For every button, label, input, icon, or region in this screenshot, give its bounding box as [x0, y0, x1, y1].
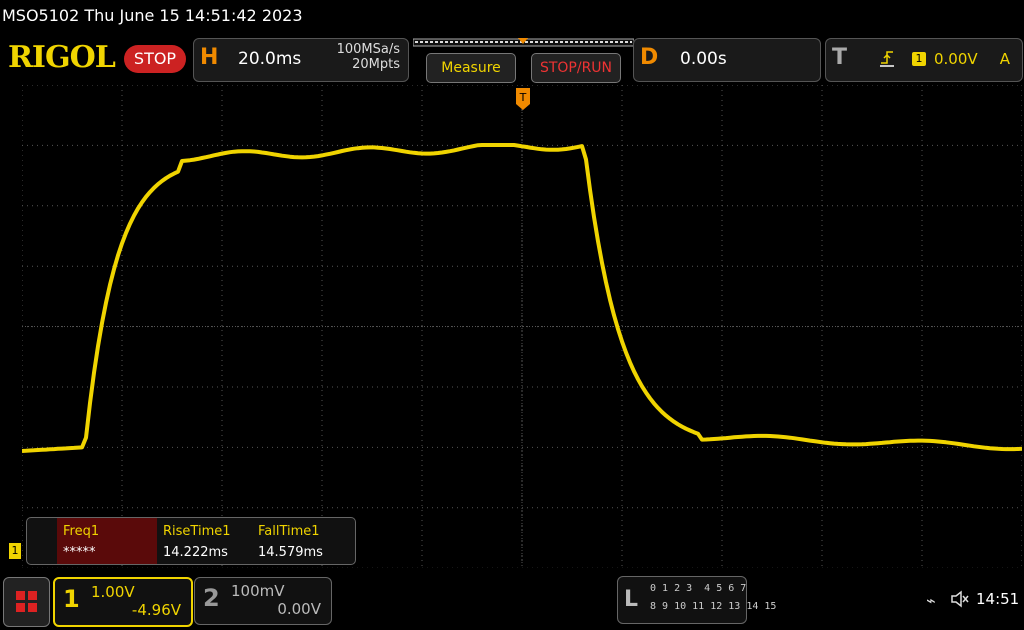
channel1-offset: -4.96V: [131, 601, 181, 619]
channel1-number: 1: [63, 585, 80, 613]
trigger-panel[interactable]: T 1 0.00V A: [825, 38, 1023, 82]
measurement-value: 14.579ms: [258, 545, 323, 560]
trigger-key: T: [832, 45, 848, 70]
clock: 14:51: [976, 590, 1020, 608]
measurement-risetime[interactable]: RiseTime1 14.222ms: [157, 518, 251, 564]
delay-key: D: [640, 45, 659, 70]
measurement-label: FallTime1: [258, 524, 320, 539]
logic-key: L: [624, 587, 639, 612]
stop-run-button[interactable]: STOP/RUN: [531, 53, 621, 83]
sample-info: 100MSa/s 20Mpts: [337, 42, 400, 72]
channel2-panel[interactable]: 2 100mV 0.00V: [194, 577, 332, 625]
speaker-muted-icon[interactable]: [950, 590, 970, 608]
menu-button[interactable]: [3, 577, 50, 627]
timebase-value: 20.0ms: [238, 49, 302, 69]
trigger-source-badge: 1: [912, 52, 926, 66]
title-bar: MSO5102 Thu June 15 14:51:42 2023: [2, 6, 303, 25]
logic-analyzer-panel[interactable]: L 0 1 2 3 4 5 6 7 8 9 10 11 12 13 14 15: [617, 576, 776, 624]
waveform-display[interactable]: [22, 85, 1022, 568]
channel2-number: 2: [203, 584, 220, 612]
horizontal-panel[interactable]: H 20.0ms 100MSa/s 20Mpts: [193, 38, 409, 82]
measurement-falltime[interactable]: FallTime1 14.579ms: [252, 518, 346, 564]
rigol-logo: RIGOL: [8, 40, 116, 75]
sample-rate: 100MSa/s: [336, 42, 400, 57]
waveform-timeline: [413, 38, 634, 47]
measurement-label: RiseTime1: [163, 524, 231, 539]
menu-icon: [16, 591, 37, 612]
measurement-label: Freq1: [63, 524, 100, 539]
trigger-mode: A: [999, 50, 1010, 68]
usb-icon[interactable]: ⌁: [926, 591, 936, 610]
measurement-value: *****: [63, 545, 96, 560]
delay-value: 0.00s: [680, 49, 727, 69]
measure-button[interactable]: Measure: [426, 53, 516, 83]
channel2-offset: 0.00V: [277, 600, 321, 618]
horizontal-key: H: [200, 45, 219, 70]
channel1-scale: 1.00V: [91, 583, 135, 601]
measurement-freq[interactable]: Freq1 *****: [57, 518, 157, 564]
memory-depth: 20Mpts: [352, 57, 400, 72]
measurement-value: 14.222ms: [163, 545, 228, 560]
svg-text:T: T: [519, 91, 527, 104]
measurement-table[interactable]: Freq1 ***** RiseTime1 14.222ms FallTime1…: [26, 517, 356, 565]
channel1-ground-marker[interactable]: 1: [9, 543, 21, 559]
run-state-badge: STOP: [124, 45, 186, 73]
trigger-position-icon[interactable]: T: [516, 88, 530, 110]
channel1-panel[interactable]: 1 1.00V -4.96V: [53, 577, 193, 627]
trigger-edge-icon: [880, 51, 894, 67]
channel2-scale: 100mV: [231, 582, 285, 600]
logic-channels-row2: 8 9 10 11 12 13 14 15: [650, 601, 777, 612]
delay-panel[interactable]: D 0.00s: [633, 38, 821, 82]
graticule: [22, 85, 1022, 568]
trigger-level: 0.00V: [934, 50, 978, 68]
logic-channels-row1: 0 1 2 3 4 5 6 7: [650, 583, 747, 594]
